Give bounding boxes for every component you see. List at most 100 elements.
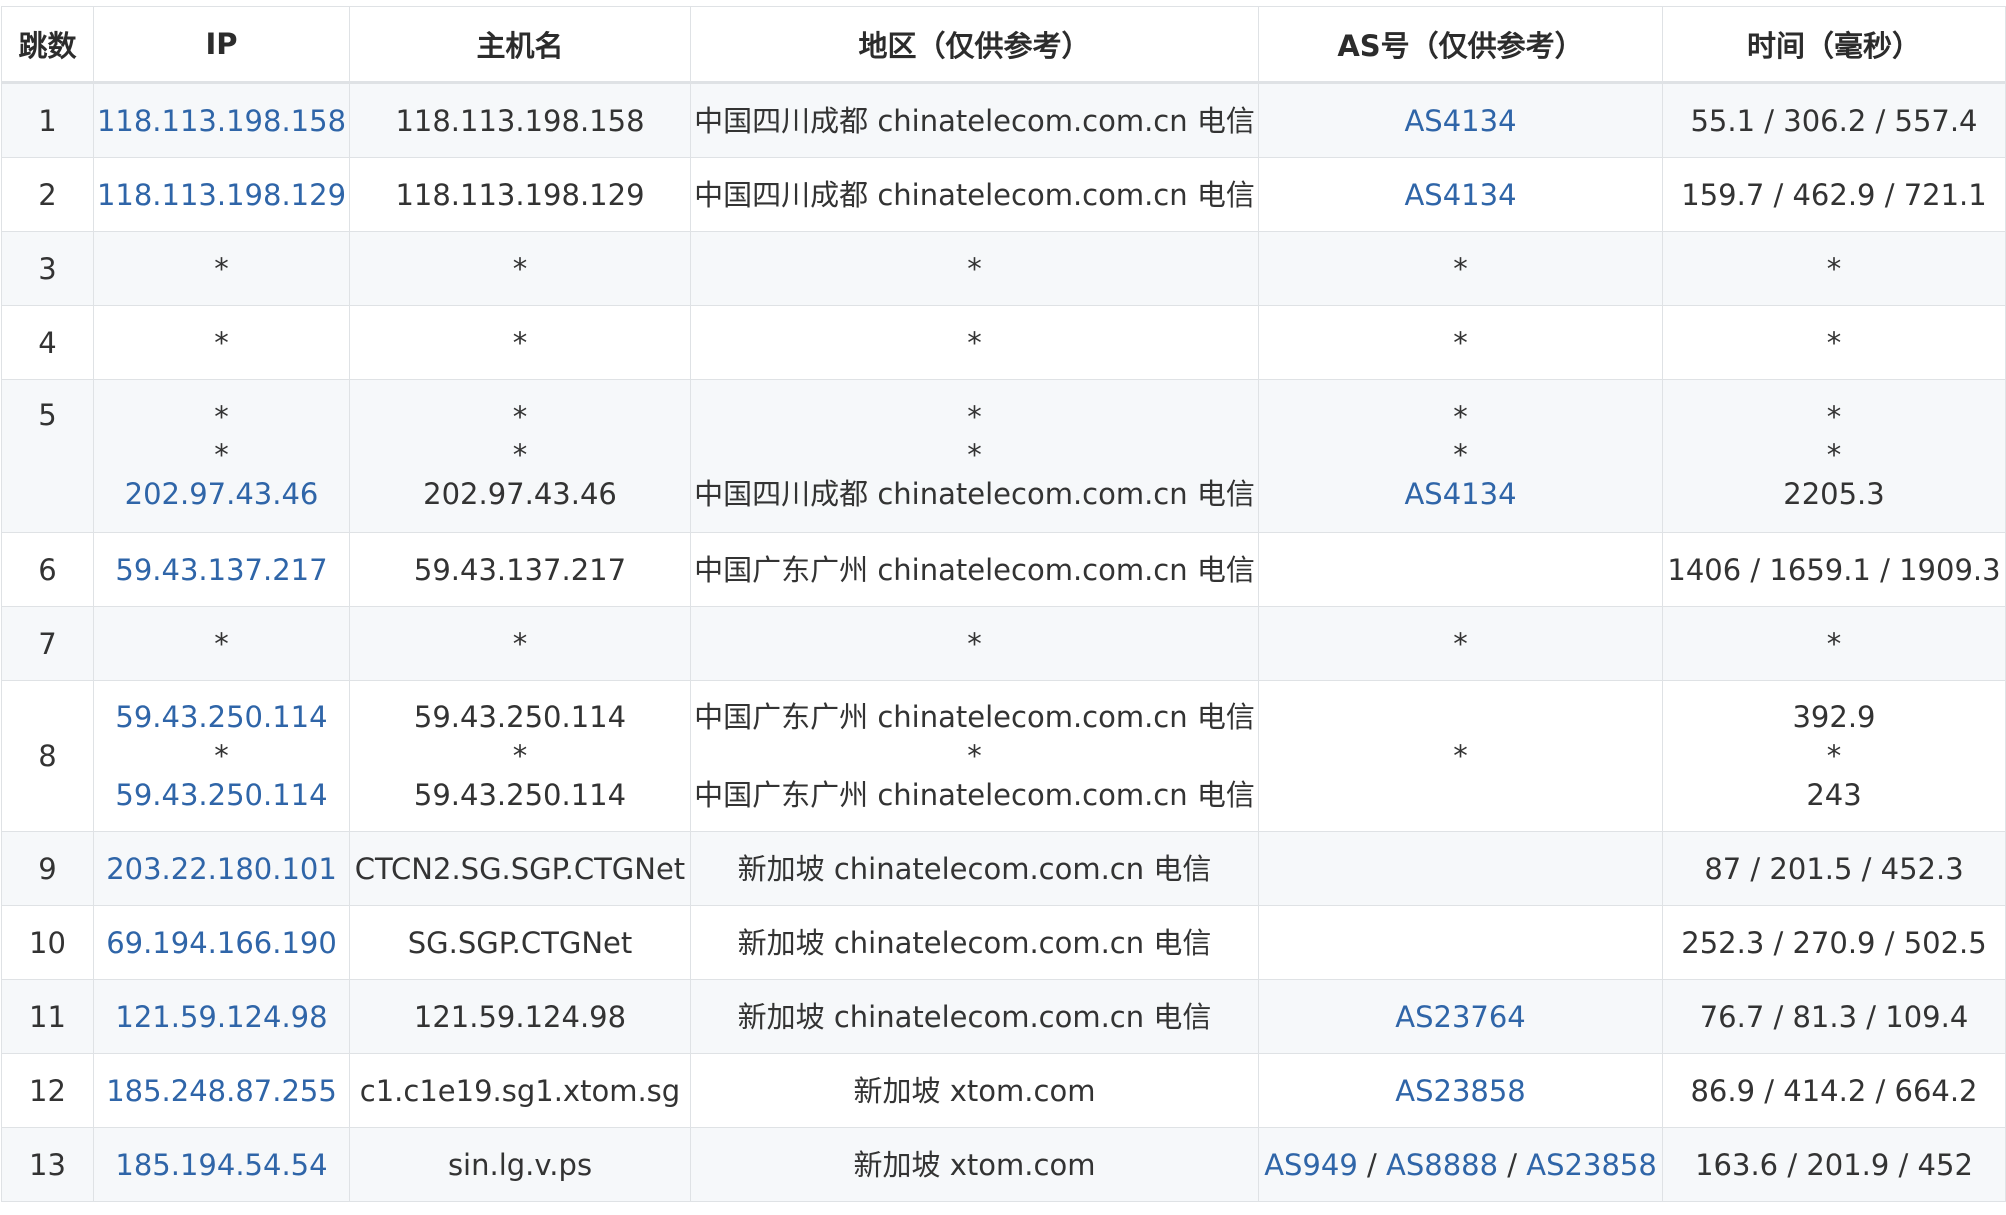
time-cell: 392.9 * 243 xyxy=(1662,680,2006,832)
region-cell: 新加坡 xtom.com xyxy=(690,1053,1259,1128)
as-number-cell-content: AS23764 xyxy=(1260,997,1662,1037)
time-cell-content: 55.1 / 306.2 / 557.4 xyxy=(1664,101,2005,141)
hop-number: 2 xyxy=(38,177,57,212)
time-cell: 252.3 / 270.9 / 502.5 xyxy=(1662,905,2006,980)
region-cell: * xyxy=(690,606,1259,681)
region-value: 新加坡 chinatelecom.com.cn 电信 xyxy=(737,851,1212,886)
ip-timeout: * xyxy=(214,739,229,773)
ip-cell: 121.59.124.98 xyxy=(93,979,350,1054)
hop-cell: 6 xyxy=(1,532,94,607)
table-row: 5 * * 202.97.43.46 * * 202.97.43.46 * * 中国四川成都 ch… xyxy=(1,379,2006,533)
time-cell: 1406 / 1659.1 / 1909.3 xyxy=(1662,532,2006,607)
hop-cell: 12 xyxy=(1,1053,94,1128)
table-row: 8 59.43.250.114 * 59.43.250.114 59.43.250.11… xyxy=(1,680,2006,832)
as-number-link[interactable]: AS4134 xyxy=(1260,175,1662,215)
time-value: 1406 / 1659.1 / 1909.3 xyxy=(1667,552,2001,587)
ip-link[interactable]: 59.43.137.217 xyxy=(95,550,349,590)
ip-cell-content: 118.113.198.158 xyxy=(95,101,349,141)
hostname-cell-content: * xyxy=(351,625,690,663)
as-number-timeout: * xyxy=(1453,438,1468,472)
as-number-cell-content: AS949 / AS8888 / AS23858 xyxy=(1260,1145,1662,1185)
hostname-cell: * xyxy=(349,305,691,380)
hop-number: 13 xyxy=(29,1147,66,1182)
header-row: 跳数 IP 主机名 地区（仅供参考） AS号（仅供参考） 时间（毫秒） xyxy=(1,6,2006,84)
hop-number: 1 xyxy=(38,103,57,138)
ip-link[interactable]: 59.43.250.114 xyxy=(95,697,349,737)
ip-cell-content: 59.43.250.114 * 59.43.250.114 xyxy=(95,697,349,815)
header-as: AS号（仅供参考） xyxy=(1258,6,1663,84)
ip-link[interactable]: 121.59.124.98 xyxy=(95,997,349,1037)
ip-cell: * xyxy=(93,606,350,681)
time-cell-content: 87 / 201.5 / 452.3 xyxy=(1664,849,2005,889)
time-cell-content: 392.9 * 243 xyxy=(1664,697,2005,815)
region-cell: 中国四川成都 chinatelecom.com.cn 电信 xyxy=(690,82,1259,158)
ip-link[interactable]: 185.194.54.54 xyxy=(95,1145,349,1185)
hostname-cell-content: 121.59.124.98 xyxy=(351,997,690,1037)
as-number-timeout: * xyxy=(1453,400,1468,434)
time-cell: * xyxy=(1662,305,2006,380)
hop-number: 8 xyxy=(38,739,57,773)
hostname-value: CTCN2.SG.SGP.CTGNet xyxy=(354,851,686,886)
as-number-link[interactable]: AS8888 xyxy=(1386,1148,1498,1182)
ip-cell: * * 202.97.43.46 xyxy=(93,379,350,533)
hostname-value: 118.113.198.129 xyxy=(395,177,645,212)
time-cell-content: * xyxy=(1664,625,2005,663)
as-number-cell: AS23858 xyxy=(1258,1053,1663,1128)
hostname-cell-content: sin.lg.v.ps xyxy=(351,1145,690,1185)
ip-link[interactable]: 118.113.198.158 xyxy=(95,101,349,141)
time-value: 163.6 / 201.9 / 452 xyxy=(1695,1147,1973,1182)
hostname-cell-content: CTCN2.SG.SGP.CTGNet xyxy=(351,849,690,889)
hop-cell: 1 xyxy=(1,82,94,158)
hostname-value: 59.43.250.114 xyxy=(413,778,627,812)
as-number-cell-content: * xyxy=(1260,324,1662,362)
table-row: 10 69.194.166.190 SG.SGP.CTGNet 新加坡 chinate… xyxy=(1,905,2006,980)
hop-number: 9 xyxy=(38,851,57,886)
ip-link[interactable]: 118.113.198.129 xyxy=(95,175,349,215)
ip-link[interactable]: 203.22.180.101 xyxy=(95,849,349,889)
as-number-timeout: * xyxy=(1453,325,1468,360)
as-number-timeout: * xyxy=(1453,739,1468,773)
as-number-link[interactable]: AS23764 xyxy=(1260,997,1662,1037)
as-number-link[interactable]: AS4134 xyxy=(1260,474,1662,514)
ip-timeout: * xyxy=(214,400,229,434)
hop-number: 12 xyxy=(29,1073,66,1108)
region-cell-content: 新加坡 chinatelecom.com.cn 电信 xyxy=(692,849,1258,889)
hostname-cell-content: 118.113.198.129 xyxy=(351,175,690,215)
time-value: 392.9 xyxy=(1792,700,1876,734)
hostname-cell-content: * xyxy=(351,250,690,288)
as-number-link[interactable]: AS23858 xyxy=(1260,1071,1662,1111)
ip-link[interactable]: 202.97.43.46 xyxy=(95,474,349,514)
as-number-link[interactable]: AS949 xyxy=(1264,1148,1358,1182)
hop-number: 5 xyxy=(38,398,57,432)
ip-timeout: * xyxy=(214,325,229,360)
ip-cell-content: * xyxy=(95,324,349,362)
ip-link[interactable]: 69.194.166.190 xyxy=(95,923,349,963)
time-cell-content: * xyxy=(1664,250,2005,288)
hostname-timeout: * xyxy=(512,438,528,472)
as-number-link[interactable]: AS4134 xyxy=(1260,101,1662,141)
header-hostname: 主机名 xyxy=(349,6,691,84)
as-number-cell: * xyxy=(1258,606,1663,681)
hop-number: 10 xyxy=(29,925,66,960)
ip-cell-content: 69.194.166.190 xyxy=(95,923,349,963)
hostname-value: 121.59.124.98 xyxy=(413,999,627,1034)
time-value: 86.9 / 414.2 / 664.2 xyxy=(1690,1073,1978,1108)
ip-link[interactable]: 59.43.250.114 xyxy=(95,775,349,815)
hostname-cell-content: * xyxy=(351,324,690,362)
hostname-cell: c1.c1e19.sg1.xtom.sg xyxy=(349,1053,691,1128)
hostname-value: 118.113.198.158 xyxy=(395,103,645,138)
region-timeout: * xyxy=(967,438,982,472)
as-number-link[interactable]: AS23858 xyxy=(1526,1148,1657,1182)
time-cell: * * 2205.3 xyxy=(1662,379,2006,533)
hostname-cell-content: * * 202.97.43.46 xyxy=(351,381,690,515)
as-number-cell xyxy=(1258,905,1663,980)
hop-cell: 10 xyxy=(1,905,94,980)
ip-link[interactable]: 185.248.87.255 xyxy=(95,1071,349,1111)
as-number-cell: AS4134 xyxy=(1258,82,1663,158)
hostname-value: SG.SGP.CTGNet xyxy=(407,925,633,960)
as-number-cell: AS4134 xyxy=(1258,157,1663,232)
time-cell: 55.1 / 306.2 / 557.4 xyxy=(1662,82,2006,158)
time-value: 87 / 201.5 / 452.3 xyxy=(1704,851,1964,886)
ip-cell-content: 203.22.180.101 xyxy=(95,849,349,889)
table-row: 3 * * * * * xyxy=(1,231,2006,306)
